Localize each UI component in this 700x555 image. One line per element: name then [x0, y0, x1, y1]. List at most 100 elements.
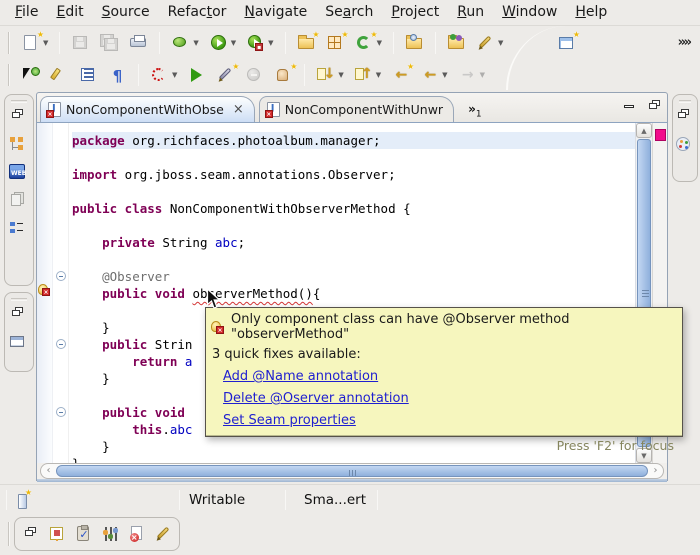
web-projects-view-button[interactable]	[8, 163, 30, 187]
minimize-button[interactable]	[621, 98, 637, 112]
quickfix-link-add-name-annotation[interactable]: Add @Name annotation	[223, 369, 378, 384]
next-annotation-button[interactable]: ↓▼	[313, 62, 346, 88]
previous-annotation-button[interactable]: ↑▼	[351, 62, 384, 88]
close-icon[interactable]: ×	[233, 104, 244, 116]
new-wizard-button[interactable]: ▼	[18, 30, 51, 56]
menu-file[interactable]: File	[6, 0, 47, 25]
papers-icon	[11, 194, 21, 206]
fastview-drag-handle[interactable]	[11, 298, 27, 301]
scroll-up-button[interactable]: ▲	[636, 123, 652, 138]
menu-project[interactable]: Project	[382, 0, 448, 25]
search-button[interactable]: ▼	[473, 30, 506, 56]
menu-search[interactable]: Search	[316, 0, 382, 25]
open-archive-icon	[405, 34, 424, 52]
new-project-button[interactable]	[294, 30, 319, 56]
restore-view-button[interactable]	[21, 525, 40, 543]
editor-tab-bar: × NonComponentWithObse × × NonComponentW…	[37, 93, 667, 122]
folding-ruler[interactable]	[53, 123, 69, 463]
import-resources-button[interactable]	[444, 30, 469, 56]
package-explorer-view-button[interactable]	[8, 135, 30, 159]
filters-view-button[interactable]	[101, 525, 120, 543]
forward-button[interactable]: →▼	[455, 62, 488, 88]
search-pen-icon	[476, 34, 495, 52]
tab-noncomponentwithunwr[interactable]: × NonComponentWithUnwr	[259, 96, 454, 122]
tab-noncomponentwithobse[interactable]: × NonComponentWithObse ×	[40, 96, 255, 122]
stop-button[interactable]	[242, 62, 267, 88]
menu-window[interactable]: Window	[493, 0, 566, 25]
quickfix-link-delete-observer-annotation[interactable]: Delete @Oserver annotation	[223, 391, 409, 406]
print-button[interactable]	[126, 30, 151, 56]
toolbar-separator	[393, 32, 394, 54]
properties-view-button[interactable]	[8, 333, 30, 357]
fold-collapse-icon[interactable]	[56, 407, 66, 417]
menu-navigate[interactable]: Navigate	[235, 0, 316, 25]
run-on-server-button[interactable]	[184, 62, 209, 88]
toolbar-drag-handle[interactable]	[8, 64, 10, 86]
chevron-down-icon: ▼	[377, 39, 382, 47]
resources-view-button[interactable]	[8, 191, 30, 215]
restore-view-button[interactable]	[8, 305, 30, 329]
save-all-icon	[100, 34, 119, 52]
menu-help[interactable]: Help	[566, 0, 616, 25]
error-log-view-button[interactable]	[128, 525, 147, 543]
fold-collapse-icon[interactable]	[56, 339, 66, 349]
menu-source[interactable]: Source	[93, 0, 159, 25]
back-button[interactable]: ←▼	[417, 62, 450, 88]
toolbar-overflow-chevron[interactable]: »	[684, 35, 690, 50]
tab-overflow-chevron[interactable]: »1	[468, 102, 482, 119]
statusbar-separator	[377, 490, 378, 510]
tab-label: NonComponentWithObse	[66, 102, 224, 117]
scroll-left-button[interactable]: ‹	[41, 464, 56, 478]
error-overview-marker[interactable]	[655, 129, 666, 141]
mark-occurrences-button[interactable]	[47, 62, 72, 88]
tooltip-body: 3 quick fixes available: Add @Name annot…	[206, 345, 682, 435]
code-line: public class NonComponentWithObserverMet…	[72, 200, 635, 217]
menu-run[interactable]: Run	[448, 0, 493, 25]
debug-button[interactable]: ▼	[168, 30, 201, 56]
new-package-button[interactable]	[323, 30, 348, 56]
code-line: import org.jboss.seam.annotations.Observ…	[72, 166, 635, 183]
open-archive-button[interactable]	[402, 30, 427, 56]
run-external-tools-button[interactable]: ▪▼	[243, 30, 276, 56]
new-web-service-button[interactable]: ▼	[352, 30, 385, 56]
next-annotation-icon: ↓	[316, 66, 335, 84]
show-selected-element-button[interactable]	[76, 62, 101, 88]
horizontal-scroll-thumb[interactable]	[56, 465, 648, 477]
outline-view-button[interactable]	[8, 219, 30, 243]
open-perspective-button[interactable]	[554, 30, 579, 56]
toolbar-drag-handle[interactable]	[8, 32, 10, 54]
palette-view-button[interactable]	[674, 135, 696, 159]
scroll-right-button[interactable]: ›	[648, 464, 663, 478]
last-edit-location-button[interactable]: ←	[388, 62, 413, 88]
statusbar-separator	[6, 490, 7, 510]
maximize-button[interactable]	[645, 98, 661, 112]
quickfix-link-set-seam-properties[interactable]: Set Seam properties	[223, 413, 356, 428]
link-with-editor-button[interactable]	[271, 62, 296, 88]
tasks-view-button[interactable]	[74, 525, 93, 543]
open-declaration-button[interactable]	[18, 62, 43, 88]
save-all-button[interactable]	[97, 30, 122, 56]
seam-component-button[interactable]: ▼	[147, 62, 180, 88]
run-button[interactable]: ▼	[206, 30, 239, 56]
search-view-button[interactable]	[154, 525, 173, 543]
tab-label: NonComponentWithUnwr	[285, 102, 443, 117]
minimize-icon	[624, 105, 634, 108]
markers-view-button[interactable]	[48, 525, 67, 543]
restore-view-button[interactable]	[674, 107, 696, 131]
menu-edit[interactable]: Edit	[47, 0, 92, 25]
code-line	[72, 183, 635, 200]
quickfix-summary: 3 quick fixes available:	[212, 347, 676, 362]
fastview-drag-handle[interactable]	[8, 522, 10, 546]
save-button[interactable]	[68, 30, 93, 56]
fold-collapse-icon[interactable]	[56, 271, 66, 281]
restore-icon	[25, 530, 33, 536]
show-whitespace-button[interactable]: ¶	[105, 62, 130, 88]
horizontal-scrollbar[interactable]: ‹ ›	[40, 463, 664, 479]
fastview-drag-handle[interactable]	[11, 100, 27, 103]
fastview-drag-handle[interactable]	[679, 100, 691, 103]
menu-refactor[interactable]: Refactor	[159, 0, 236, 25]
code-line	[72, 251, 635, 268]
annotation-ruler[interactable]: ×	[37, 123, 53, 463]
restore-view-button[interactable]	[8, 107, 30, 131]
quick-fix-wizard-button[interactable]	[213, 62, 238, 88]
